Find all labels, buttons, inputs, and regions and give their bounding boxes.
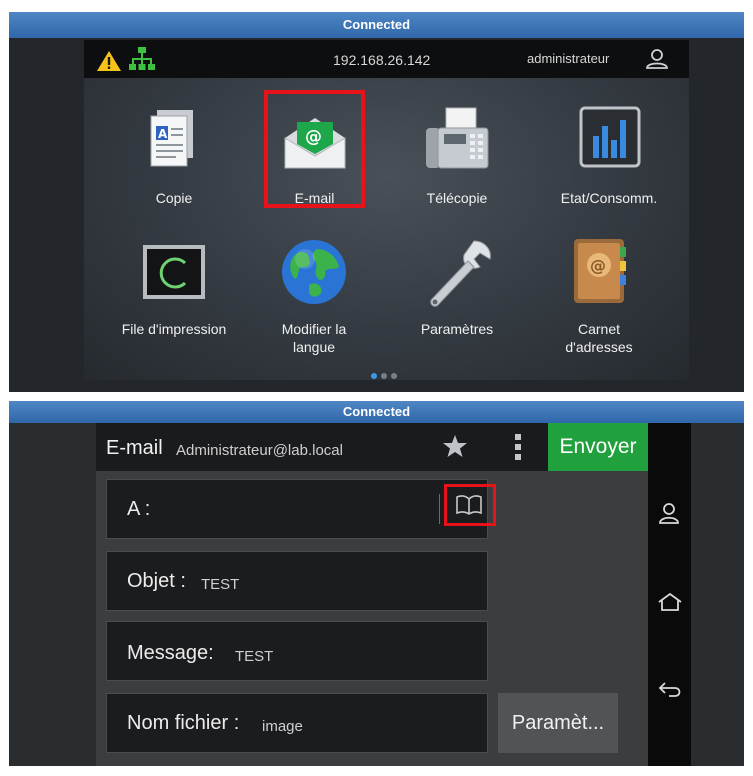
app-copy[interactable]: A Copie: [119, 100, 229, 210]
connection-status-bar: Connected: [9, 12, 744, 38]
app-label: Carnet d'adresses: [565, 321, 633, 355]
warning-icon[interactable]: [96, 50, 122, 77]
filename-label: Nom fichier :: [127, 712, 240, 734]
message-label: Message:: [127, 642, 214, 664]
status-bar: 192.168.26.142 administrateur: [84, 40, 689, 78]
globe-icon: [279, 237, 349, 311]
user-icon[interactable]: [657, 501, 681, 530]
wrench-icon: [424, 237, 494, 315]
star-icon[interactable]: [442, 433, 468, 464]
sender-account: Administrateur@lab.local: [176, 442, 343, 459]
app-label: Paramètres: [420, 321, 494, 337]
options-button[interactable]: Paramèt...: [498, 693, 618, 753]
send-button[interactable]: Envoyer: [548, 423, 648, 471]
message-field[interactable]: Message: TEST: [106, 621, 488, 681]
email-highlight-box: [264, 90, 365, 208]
svg-text:@: @: [590, 256, 606, 275]
address-book-icon: @: [566, 237, 632, 311]
app-label: Télécopie: [426, 190, 488, 206]
subject-field[interactable]: Objet : TEST: [106, 551, 488, 611]
message-value: TEST: [235, 648, 274, 665]
app-label: Modifier la langue: [281, 321, 347, 355]
filename-field[interactable]: Nom fichier : image: [106, 693, 488, 753]
email-screen-panel: Connected E-mail Administrateur@lab.loca…: [9, 401, 744, 766]
app-label: File d'impression: [121, 321, 227, 337]
app-label: Etat/Consomm.: [560, 190, 658, 206]
status-bars-icon: [579, 106, 641, 174]
app-label: Copie: [155, 190, 193, 206]
back-icon[interactable]: [657, 679, 683, 704]
fax-machine-icon: [424, 106, 490, 176]
svg-text:A: A: [158, 127, 168, 141]
network-icon[interactable]: [128, 46, 156, 77]
field-divider: [439, 494, 440, 524]
home-icon[interactable]: [657, 592, 683, 617]
subject-label: Objet :: [127, 570, 186, 592]
app-address-book[interactable]: @ Carnet d'adresses: [544, 235, 654, 365]
app-status-supplies[interactable]: Etat/Consomm.: [539, 100, 679, 210]
app-change-language[interactable]: Modifier la langue: [259, 235, 369, 365]
printer-home-screen: 192.168.26.142 administrateur A Copie @ …: [84, 40, 689, 380]
more-options-icon[interactable]: [514, 433, 522, 466]
user-icon[interactable]: [645, 48, 669, 75]
copy-document-icon: A: [147, 108, 201, 174]
app-fax[interactable]: Télécopie: [402, 100, 512, 210]
subject-value: TEST: [201, 576, 240, 593]
app-print-queue[interactable]: File d'impression: [104, 235, 244, 365]
email-compose-screen: E-mail Administrateur@lab.local Envoyer: [96, 423, 691, 766]
app-settings[interactable]: Paramètres: [402, 235, 512, 365]
email-header: E-mail Administrateur@lab.local Envoyer: [96, 423, 648, 471]
page-title: E-mail: [106, 437, 163, 459]
recipient-label: A :: [127, 498, 151, 520]
page-indicator[interactable]: [369, 367, 403, 385]
connection-status-bar: Connected: [9, 401, 744, 423]
navigation-bar: [648, 423, 691, 766]
recipient-field[interactable]: A :: [106, 479, 496, 539]
filename-value: image: [262, 718, 303, 735]
address-book-highlight-box: [444, 484, 496, 526]
ip-address: 192.168.26.142: [333, 52, 431, 68]
logged-user: administrateur: [527, 51, 610, 66]
print-queue-icon: [141, 243, 207, 305]
home-screen-panel: Connected 192.168.26.142 administrateur …: [9, 12, 744, 392]
